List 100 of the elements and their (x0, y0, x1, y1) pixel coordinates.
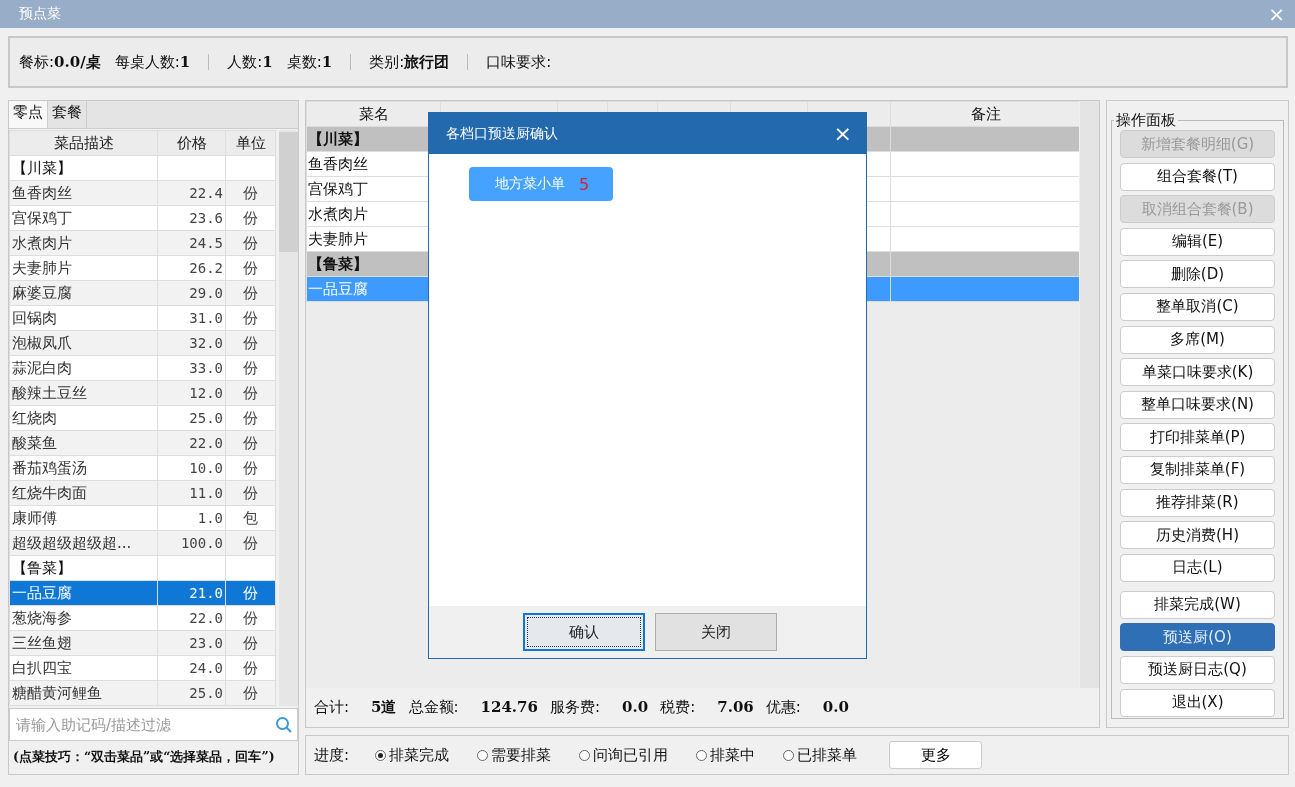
radio-option[interactable]: 排菜完成 (375, 745, 450, 765)
action-button[interactable]: 删除(D) (1120, 260, 1275, 289)
unit-cell: 份 (225, 655, 276, 681)
dish-name-cell[interactable]: 泡椒凤爪 (9, 330, 158, 356)
dialog-title: 各档口预送厨确认 (446, 124, 558, 143)
action-button[interactable]: 预送厨(O) (1120, 623, 1275, 652)
search-box[interactable]: 请输入助记码/描述过滤 (9, 708, 298, 741)
more-button[interactable]: 更多 (889, 741, 983, 769)
price-cell: 33.0 (157, 355, 226, 381)
dish-name-cell[interactable]: 红烧牛肉面 (9, 480, 158, 506)
column-header[interactable]: 单位 (225, 130, 276, 156)
scrollbar[interactable] (1080, 101, 1099, 688)
unit-cell: 份 (225, 255, 276, 281)
action-button[interactable]: 日志(L) (1120, 553, 1275, 582)
dialog-button[interactable]: 关闭 (654, 613, 777, 651)
unit-cell: 份 (225, 355, 276, 381)
price-cell: 26.2 (157, 255, 226, 281)
price-cell: 10.0 (157, 455, 226, 481)
radio-icon[interactable] (696, 749, 708, 761)
action-button[interactable]: 排菜完成(W) (1120, 590, 1275, 619)
dish-name-cell[interactable]: 水煮肉片 (9, 230, 158, 256)
total-field: 税费: 7.06 (660, 697, 754, 717)
dialog-button[interactable]: 确认 (522, 613, 645, 651)
dish-name-cell[interactable]: 酸辣土豆丝 (9, 380, 158, 406)
unit-cell: 包 (225, 505, 276, 531)
scrollbar[interactable] (279, 130, 298, 707)
action-button[interactable]: 编辑(E) (1120, 227, 1275, 256)
search-icon[interactable] (275, 715, 293, 734)
dish-name-cell[interactable]: 麻婆豆腐 (9, 280, 158, 306)
total-field: 优惠: 0.0 (765, 697, 849, 717)
radio-option[interactable]: 已排菜单 (783, 745, 858, 765)
tab[interactable]: 套餐 (48, 101, 87, 129)
action-button[interactable]: 组合套餐(T) (1120, 162, 1275, 191)
column-header[interactable]: 价格 (157, 130, 226, 156)
column-header[interactable]: 备注 (890, 101, 1080, 127)
radio-option[interactable]: 排菜中 (696, 745, 756, 765)
unit-cell: 份 (225, 205, 276, 231)
column-header[interactable]: 菜名 (306, 101, 441, 127)
unit-cell: 份 (225, 305, 276, 331)
tab[interactable]: 零点 (9, 101, 48, 129)
dish-name-cell[interactable]: 番茄鸡蛋汤 (9, 455, 158, 481)
action-button[interactable]: 复制排菜单(F) (1120, 455, 1275, 484)
action-button[interactable]: 退出(X) (1120, 688, 1275, 717)
progress-label: 进度: (314, 745, 350, 765)
total-field: 服务费: 0.0 (550, 697, 649, 717)
total-field: 合计: 5道 (314, 697, 397, 717)
dish-name-cell[interactable]: 夫妻肺片 (9, 255, 158, 281)
dish-name-cell[interactable]: 鱼香肉丝 (9, 180, 158, 206)
unit-cell: 份 (225, 405, 276, 431)
action-button[interactable]: 整单口味要求(N) (1120, 390, 1275, 419)
category-cell: 【鲁菜】 (9, 555, 158, 581)
radio-icon[interactable] (579, 749, 591, 761)
window-title: 预点菜 (19, 5, 61, 23)
price-cell: 22.0 (157, 605, 226, 631)
dish-name-cell[interactable]: 葱烧海参 (9, 605, 158, 631)
info-field: 每桌人数:1 (114, 52, 191, 72)
category-label: 【川菜】 (308, 129, 368, 148)
info-field: 人数:1 (227, 52, 273, 72)
unit-cell: 份 (225, 455, 276, 481)
dish-name-cell[interactable]: 红烧肉 (9, 405, 158, 431)
close-button[interactable]: × (833, 122, 852, 145)
price-cell: 1.0 (157, 505, 226, 531)
dish-name-cell[interactable]: 三丝鱼翅 (9, 630, 158, 656)
radio-icon[interactable] (477, 749, 489, 761)
price-cell: 23.6 (157, 205, 226, 231)
dish-name-cell[interactable]: 康师傅 (9, 505, 158, 531)
dish-name-cell[interactable]: 宫保鸡丁 (9, 205, 158, 231)
category-cell: 【川菜】 (9, 155, 158, 181)
search-field[interactable]: 请输入助记码/描述过滤 (14, 714, 275, 735)
dish-name-cell[interactable]: 超级超级超级超... (9, 530, 158, 556)
dish-name-cell[interactable]: 一品豆腐 (9, 580, 158, 606)
total-field: 总金额: 124.76 (408, 697, 538, 717)
price-cell: 24.0 (157, 655, 226, 681)
column-header[interactable]: 菜品描述 (9, 130, 158, 156)
info-field: 类别:旅行团 (369, 52, 450, 72)
dish-name-cell[interactable]: 蒜泥白肉 (9, 355, 158, 381)
dish-name-cell[interactable]: 糖醋黄河鲤鱼 (9, 680, 158, 706)
action-button[interactable]: 多席(M) (1120, 325, 1275, 354)
radio-option[interactable]: 需要排菜 (477, 745, 552, 765)
action-button[interactable]: 预送厨日志(Q) (1120, 655, 1275, 684)
radio-icon[interactable] (375, 749, 387, 761)
action-button[interactable]: 历史消费(H) (1120, 521, 1275, 550)
radio-icon[interactable] (783, 749, 795, 761)
hint-text: (点菜技巧：“双击菜品”或“选择菜品，回车”) (12, 748, 276, 766)
action-button[interactable]: 推荐排菜(R) (1120, 488, 1275, 517)
info-field: 口味要求: (486, 52, 552, 72)
dish-name-cell[interactable]: 酸菜鱼 (9, 430, 158, 456)
action-button[interactable]: 打印排菜单(P) (1120, 423, 1275, 452)
unit-cell: 份 (225, 605, 276, 631)
radio-option[interactable]: 问询已引用 (579, 745, 669, 765)
panel-title: 操作面板 (1115, 111, 1177, 130)
action-button[interactable]: 单菜口味要求(K) (1120, 358, 1275, 387)
action-button[interactable]: 整单取消(C) (1120, 292, 1275, 321)
info-field: 桌数:1 (286, 52, 333, 72)
price-cell: 31.0 (157, 305, 226, 331)
dish-name-cell[interactable]: 白扒四宝 (9, 655, 158, 681)
dish-name-cell[interactable]: 回锅肉 (9, 305, 158, 331)
info-field: 餐标:0.0/桌 (19, 52, 101, 72)
price-cell: 25.0 (157, 405, 226, 431)
category-label: 【鲁菜】 (308, 254, 368, 273)
